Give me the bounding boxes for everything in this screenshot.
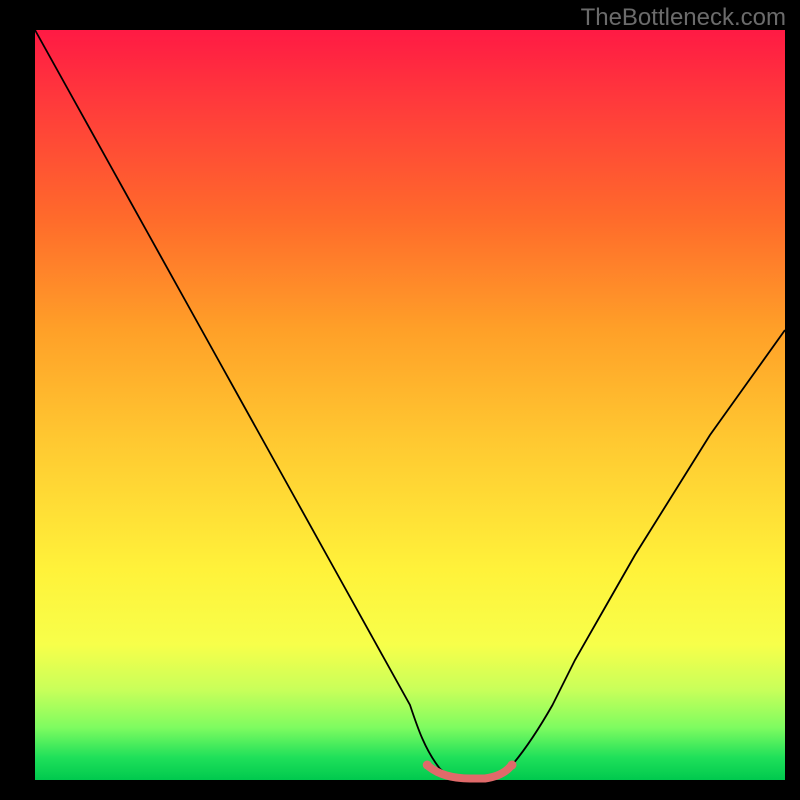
chart-container: TheBottleneck.com [0,0,800,800]
marker-segment [429,767,511,779]
marker-dot-icon [508,761,517,770]
marker-dot-icon [423,761,432,770]
bottleneck-curve [35,30,785,779]
curve-layer [35,30,785,780]
watermark-text: TheBottleneck.com [581,4,786,32]
